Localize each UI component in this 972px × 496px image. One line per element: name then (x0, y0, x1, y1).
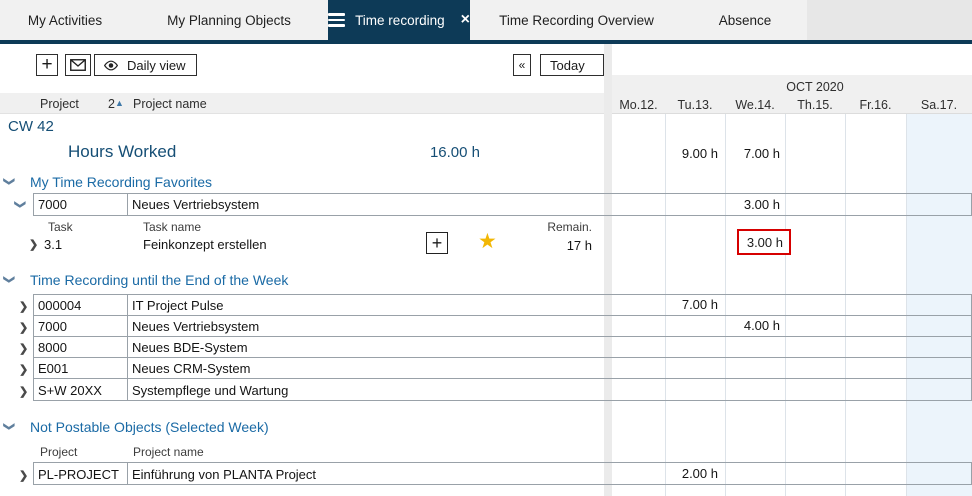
cell-divider (127, 462, 128, 485)
sort-ascending-icon: ▲ (115, 98, 124, 108)
tab-my-planning-objects[interactable]: My Planning Objects (130, 0, 328, 40)
add-button[interactable]: + (36, 54, 58, 76)
tab-time-recording[interactable]: Time recording × (328, 0, 470, 40)
close-tab-icon[interactable]: × (461, 11, 470, 29)
favorite-project-wed-hours[interactable]: 3.00 h (725, 196, 780, 214)
hours-worked-tue[interactable]: 9.00 h (665, 145, 718, 163)
active-tab-underline (0, 40, 972, 44)
day-header-wed: We.14. (725, 98, 785, 112)
expand-row-icon[interactable]: ❯ (19, 300, 28, 313)
add-booking-button[interactable]: + (426, 232, 448, 254)
cell-divider (127, 378, 128, 401)
cell-divider (127, 315, 128, 337)
daily-view-label: Daily view (127, 58, 186, 73)
table-header (0, 93, 604, 114)
favorites-section-title[interactable]: My Time Recording Favorites (30, 174, 212, 190)
project-id[interactable]: 7000 (38, 319, 67, 334)
cell-divider (127, 294, 128, 316)
daily-view-button[interactable]: Daily view (94, 54, 197, 76)
column-header-project-name[interactable]: Project name (133, 97, 207, 111)
project-tue-hours[interactable]: 7.00 h (665, 296, 718, 314)
mail-button[interactable] (65, 54, 91, 76)
day-header-thu: Th.15. (785, 98, 845, 112)
expand-task-icon[interactable]: ❯ (29, 238, 38, 251)
project-name[interactable]: Neues Vertriebsystem (132, 319, 259, 334)
tab-time-recording-label: Time recording (355, 13, 445, 28)
project-name[interactable]: Systempflege und Wartung (132, 383, 288, 398)
task-name-column-header: Task name (143, 220, 201, 234)
tab-bar-filler (807, 0, 972, 40)
pane-divider[interactable] (604, 44, 612, 496)
task-column-header: Task (48, 220, 73, 234)
hours-worked-label: Hours Worked (68, 142, 176, 162)
project-id[interactable]: S+W 20XX (38, 383, 102, 398)
collapse-not-postable-icon[interactable]: ❯ (3, 422, 16, 431)
project-name[interactable]: Neues BDE-System (132, 340, 248, 355)
calendar-week-label: CW 42 (8, 118, 54, 135)
project-id[interactable]: 000004 (38, 298, 81, 313)
day-header-sat: Sa.17. (906, 98, 972, 112)
collapse-week-recording-icon[interactable]: ❯ (3, 275, 16, 284)
hours-worked-wed[interactable]: 7.00 h (725, 145, 780, 163)
cell-divider (127, 336, 128, 358)
remaining-column-header: Remain. (492, 220, 592, 234)
time-recording-window: My Activities My Planning Objects Time r… (0, 0, 972, 496)
cell-divider (127, 193, 128, 216)
tab-absence[interactable]: Absence (683, 0, 807, 40)
collapse-favorites-icon[interactable]: ❯ (3, 177, 16, 186)
not-postable-section-title[interactable]: Not Postable Objects (Selected Week) (30, 419, 269, 435)
cell-divider (127, 357, 128, 379)
project-id[interactable]: E001 (38, 361, 68, 376)
tab-bar: My Activities My Planning Objects Time r… (0, 0, 972, 40)
selected-time-entry-cell[interactable]: 3.00 h (737, 229, 791, 255)
project-column-subheader: Project (40, 445, 77, 459)
collapse-project-icon[interactable]: ❯ (14, 200, 27, 209)
hours-worked-total: 16.00 h (380, 144, 480, 161)
project-wed-hours[interactable]: 4.00 h (725, 317, 780, 335)
previous-week-button[interactable]: « (513, 54, 531, 76)
project-name-column-subheader: Project name (133, 445, 204, 459)
envelope-icon (70, 59, 86, 71)
tab-my-activities[interactable]: My Activities (0, 0, 130, 40)
day-header-tue: Tu.13. (665, 98, 725, 112)
month-label: OCT 2020 (770, 80, 860, 94)
project-name[interactable]: IT Project Pulse (132, 298, 224, 313)
column-header-project[interactable]: Project (40, 97, 79, 111)
sort-indicator[interactable]: 2▲ (108, 97, 124, 111)
tab-time-recording-overview[interactable]: Time Recording Overview (470, 0, 683, 40)
day-header-fri: Fr.16. (845, 98, 906, 112)
not-postable-project-id[interactable]: PL-PROJECT (38, 467, 119, 482)
expand-row-icon[interactable]: ❯ (19, 363, 28, 376)
expand-row-icon[interactable]: ❯ (19, 469, 28, 482)
favorite-project-name[interactable]: Neues Vertriebsystem (132, 197, 259, 212)
day-header-mon: Mo.12. (612, 98, 665, 112)
today-button[interactable]: Today (540, 54, 604, 76)
not-postable-tue-hours[interactable]: 2.00 h (665, 465, 718, 483)
task-id[interactable]: 3.1 (44, 237, 62, 252)
expand-row-icon[interactable]: ❯ (19, 342, 28, 355)
task-remaining-hours: 17 h (492, 237, 592, 255)
not-postable-project-name[interactable]: Einführung von PLANTA Project (132, 467, 316, 482)
eye-icon (103, 60, 119, 71)
project-id[interactable]: 8000 (38, 340, 67, 355)
menu-icon[interactable] (328, 13, 345, 27)
project-name[interactable]: Neues CRM-System (132, 361, 250, 376)
task-name[interactable]: Feinkonzept erstellen (143, 237, 267, 252)
expand-row-icon[interactable]: ❯ (19, 385, 28, 398)
favorite-project-id[interactable]: 7000 (38, 197, 67, 212)
week-recording-section-title[interactable]: Time Recording until the End of the Week (30, 272, 288, 288)
expand-row-icon[interactable]: ❯ (19, 321, 28, 334)
